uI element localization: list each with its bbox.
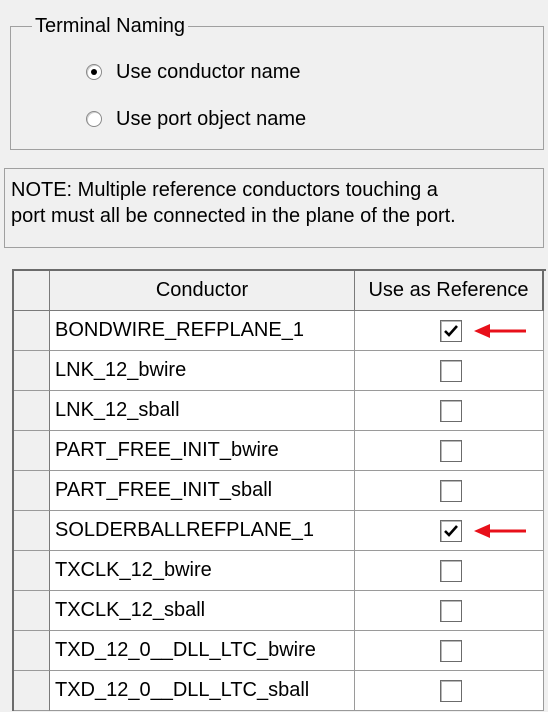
use-as-reference-checkbox[interactable]: [440, 320, 462, 342]
table-row: BONDWIRE_REFPLANE_1: [14, 311, 546, 351]
use-port-object-name-label: Use port object name: [116, 108, 307, 130]
use-as-reference-checkbox[interactable]: [440, 360, 462, 382]
conductor-name-cell[interactable]: TXD_12_0__DLL_LTC_sball: [50, 671, 355, 711]
use-as-reference-checkbox[interactable]: [440, 440, 462, 462]
checkmark-icon: [444, 325, 458, 337]
row-selector[interactable]: [14, 551, 50, 591]
use-as-reference-checkbox[interactable]: [440, 680, 462, 702]
row-selector[interactable]: [14, 311, 50, 351]
table-row: LNK_12_sball: [14, 391, 546, 431]
use-as-reference-cell: [355, 551, 544, 591]
grid-corner-cell[interactable]: [14, 271, 50, 311]
conductor-column-header[interactable]: Conductor: [50, 271, 355, 311]
row-selector[interactable]: [14, 471, 50, 511]
use-conductor-name-radio[interactable]: [86, 64, 102, 80]
conductor-name-cell[interactable]: LNK_12_bwire: [50, 351, 355, 391]
use-as-reference-checkbox[interactable]: [440, 480, 462, 502]
table-row: LNK_12_bwire: [14, 351, 546, 391]
table-row: TXCLK_12_bwire: [14, 551, 546, 591]
table-row: PART_FREE_INIT_sball: [14, 471, 546, 511]
use-as-reference-checkbox[interactable]: [440, 560, 462, 582]
red-arrow-icon: [474, 524, 526, 538]
conductor-name-cell[interactable]: TXD_12_0__DLL_LTC_bwire: [50, 631, 355, 671]
use-as-reference-cell: [355, 631, 544, 671]
use-as-reference-cell: [355, 671, 544, 711]
use-as-reference-checkbox[interactable]: [440, 400, 462, 422]
note-box: NOTE: Multiple reference conductors touc…: [4, 168, 544, 248]
use-as-reference-checkbox[interactable]: [440, 640, 462, 662]
grid-header-row: Conductor Use as Reference: [14, 271, 546, 311]
use-as-reference-cell: [355, 391, 544, 431]
use-conductor-name-option[interactable]: Use conductor name: [86, 58, 301, 86]
conductor-grid: Conductor Use as Reference BONDWIRE_REFP…: [12, 269, 546, 711]
use-as-reference-cell: [355, 431, 544, 471]
use-as-reference-checkbox[interactable]: [440, 520, 462, 542]
conductor-name-cell[interactable]: PART_FREE_INIT_bwire: [50, 431, 355, 471]
row-selector[interactable]: [14, 631, 50, 671]
conductor-name-cell[interactable]: SOLDERBALLREFPLANE_1: [50, 511, 355, 551]
use-port-object-name-option[interactable]: Use port object name: [86, 105, 306, 133]
table-row: TXD_12_0__DLL_LTC_sball: [14, 671, 546, 711]
use-as-reference-cell: [355, 351, 544, 391]
row-selector[interactable]: [14, 591, 50, 631]
use-as-reference-column-header[interactable]: Use as Reference: [355, 271, 544, 311]
use-as-reference-cell: [355, 471, 544, 511]
red-arrow-icon: [474, 324, 526, 338]
table-row: TXD_12_0__DLL_LTC_bwire: [14, 631, 546, 671]
table-row: PART_FREE_INIT_bwire: [14, 431, 546, 471]
note-line-2: port must all be connected in the plane …: [11, 205, 456, 227]
use-as-reference-checkbox[interactable]: [440, 600, 462, 622]
use-port-object-name-radio[interactable]: [86, 111, 102, 127]
use-as-reference-cell: [355, 511, 544, 551]
conductor-name-cell[interactable]: TXCLK_12_bwire: [50, 551, 355, 591]
row-selector[interactable]: [14, 431, 50, 471]
conductor-name-cell[interactable]: BONDWIRE_REFPLANE_1: [50, 311, 355, 351]
table-row: SOLDERBALLREFPLANE_1: [14, 511, 546, 551]
use-as-reference-cell: [355, 311, 544, 351]
use-conductor-name-label: Use conductor name: [116, 61, 301, 83]
row-selector[interactable]: [14, 671, 50, 711]
note-line-1: NOTE: Multiple reference conductors touc…: [11, 179, 438, 201]
row-selector[interactable]: [14, 391, 50, 431]
use-as-reference-cell: [355, 591, 544, 631]
grid-body: BONDWIRE_REFPLANE_1 LNK_12_bwire LNK_12_sb…: [14, 311, 546, 711]
conductor-name-cell[interactable]: TXCLK_12_sball: [50, 591, 355, 631]
conductor-name-cell[interactable]: PART_FREE_INIT_sball: [50, 471, 355, 511]
table-row: TXCLK_12_sball: [14, 591, 546, 631]
row-selector[interactable]: [14, 511, 50, 551]
terminal-naming-title: Terminal Naming: [32, 12, 189, 40]
row-selector[interactable]: [14, 351, 50, 391]
conductor-name-cell[interactable]: LNK_12_sball: [50, 391, 355, 431]
checkmark-icon: [444, 525, 458, 537]
